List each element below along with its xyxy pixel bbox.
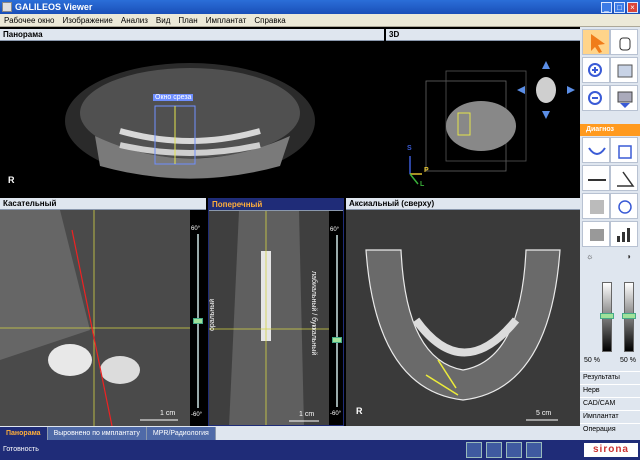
slice-window-label: Окно среза (153, 94, 194, 101)
panorama-title: Панорама (0, 29, 384, 41)
panorama-view[interactable]: Окно среза R (0, 41, 384, 196)
zoom-out-button[interactable] (582, 85, 610, 111)
tool-panel: Диагноз ☼ ◑ 50 % 50 % Результаты Нерв CA… (580, 27, 640, 440)
transversal-view[interactable]: оральный лабиальный / буккальный 60° -60… (209, 211, 343, 425)
axis-l-label: L (420, 181, 425, 188)
transversal-angle-slider[interactable]: 60° -60° (330, 227, 342, 417)
panorama-image (65, 63, 315, 179)
rotate-tool-button[interactable] (610, 193, 638, 219)
status-tool-icon-4[interactable] (526, 442, 542, 458)
diagnosis-section[interactable]: Диагноз (580, 124, 640, 136)
status-tool-icon-2[interactable] (486, 442, 502, 458)
view3d-panel: 3D S P L (386, 29, 580, 196)
title-bar: GALILEOS Viewer _ □ × (0, 0, 640, 14)
brightness-knob[interactable] (600, 313, 614, 319)
transversal-scale: 1 cm (299, 411, 315, 418)
axial-title: Аксиальный (сверху) (346, 198, 580, 210)
sirona-logo: sirona (584, 443, 638, 457)
minimize-button[interactable]: _ (601, 1, 612, 13)
hand-tool-button[interactable] (610, 29, 638, 55)
panorama-panel: Панорама Окно среза R (0, 29, 384, 196)
tangential-title: Касательный (0, 198, 206, 210)
curve-tool-button[interactable] (582, 137, 610, 163)
app-icon (2, 2, 12, 12)
axis-p-label: P (424, 167, 429, 174)
list-item-cadcam[interactable]: CAD/CAM (580, 397, 640, 409)
menu-view[interactable]: Вид (152, 16, 174, 25)
tangential-scale: 1 cm (160, 410, 176, 417)
axial-scale: 5 cm (536, 410, 552, 417)
transversal-panel: Поперечный оральный лабиальный / буккаль… (208, 198, 344, 426)
menu-implant[interactable]: Имплантат (202, 16, 251, 25)
slider-top-label: 60° (330, 227, 340, 233)
axial-image (346, 210, 580, 426)
panorama-orientation: R (8, 175, 15, 185)
menu-workspace[interactable]: Рабочее окно (0, 16, 58, 25)
buccal-label: лабиальный / буккальный (310, 271, 317, 356)
view-tabs: Панорама Выровнено по имплантату MPR/Рад… (0, 426, 580, 440)
transversal-angle-knob[interactable] (332, 337, 342, 343)
menu-help[interactable]: Справка (250, 16, 289, 25)
tangential-angle-knob[interactable] (193, 318, 203, 324)
brightness-icon: ☼ (586, 252, 594, 261)
axial-orientation: R (356, 406, 363, 416)
list-item-surgery[interactable]: Операция (580, 423, 640, 435)
angle-tool-button[interactable] (610, 165, 638, 191)
maximize-button[interactable]: □ (614, 1, 625, 13)
tangential-panel: Касательный 60° -60° 1 cm (0, 198, 206, 426)
list-item-results[interactable]: Результаты (580, 371, 640, 383)
menu-analysis[interactable]: Анализ (117, 16, 152, 25)
axial-view[interactable]: R 5 cm (346, 210, 580, 426)
density-tool-button[interactable] (582, 193, 610, 219)
ruler-tool-button[interactable] (582, 165, 610, 191)
histogram-tool-button[interactable] (610, 221, 638, 247)
brightness-value: 50 % (584, 357, 600, 364)
tangential-view[interactable]: 60° -60° 1 cm (0, 210, 206, 426)
list-item-nerve[interactable]: Нерв (580, 384, 640, 396)
menu-bar: Рабочее окно Изображение Анализ Вид План… (0, 14, 640, 27)
filter-tool-button[interactable] (582, 221, 610, 247)
tab-panorama[interactable]: Панорама (0, 427, 48, 440)
tangential-angle-slider[interactable]: 60° -60° (191, 226, 203, 418)
tab-implant-aligned[interactable]: Выровнено по имплантату (47, 427, 147, 440)
layout-tool-button[interactable] (610, 57, 638, 83)
contrast-value: 50 % (620, 357, 636, 364)
window-title: GALILEOS Viewer (15, 2, 93, 12)
view3d-image (409, 61, 575, 185)
status-tool-icon-3[interactable] (506, 442, 522, 458)
export-tool-button[interactable] (610, 85, 638, 111)
view3d-title: 3D (386, 29, 580, 41)
slider-bottom-label: -60° (330, 411, 342, 417)
axis-s-label: S (407, 145, 412, 152)
contrast-icon: ◑ (626, 252, 631, 261)
axial-panel: Аксиальный (сверху) R 5 cm (346, 198, 580, 426)
contrast-knob[interactable] (622, 313, 636, 319)
list-item-implant[interactable]: Имплантат (580, 410, 640, 422)
tangential-image (0, 210, 190, 426)
view3d-view[interactable]: S P L (386, 41, 580, 196)
menu-plan[interactable]: План (174, 16, 201, 25)
transversal-image (209, 211, 329, 425)
tab-mpr-radiology[interactable]: MPR/Радиология (146, 427, 216, 440)
status-bar: Готовность sirona (0, 440, 640, 460)
menu-image[interactable]: Изображение (58, 16, 116, 25)
status-text: Готовность (3, 446, 39, 453)
transversal-title: Поперечный (209, 199, 343, 211)
zoom-in-button[interactable] (582, 57, 610, 83)
close-button[interactable]: × (627, 1, 638, 13)
slider-bottom-label: -60° (191, 412, 203, 418)
slider-top-label: 60° (191, 226, 201, 232)
pointer-tool-button[interactable] (582, 29, 610, 55)
cube-tool-button[interactable] (610, 137, 638, 163)
oral-label: оральный (209, 298, 216, 331)
status-tool-icon-1[interactable] (466, 442, 482, 458)
